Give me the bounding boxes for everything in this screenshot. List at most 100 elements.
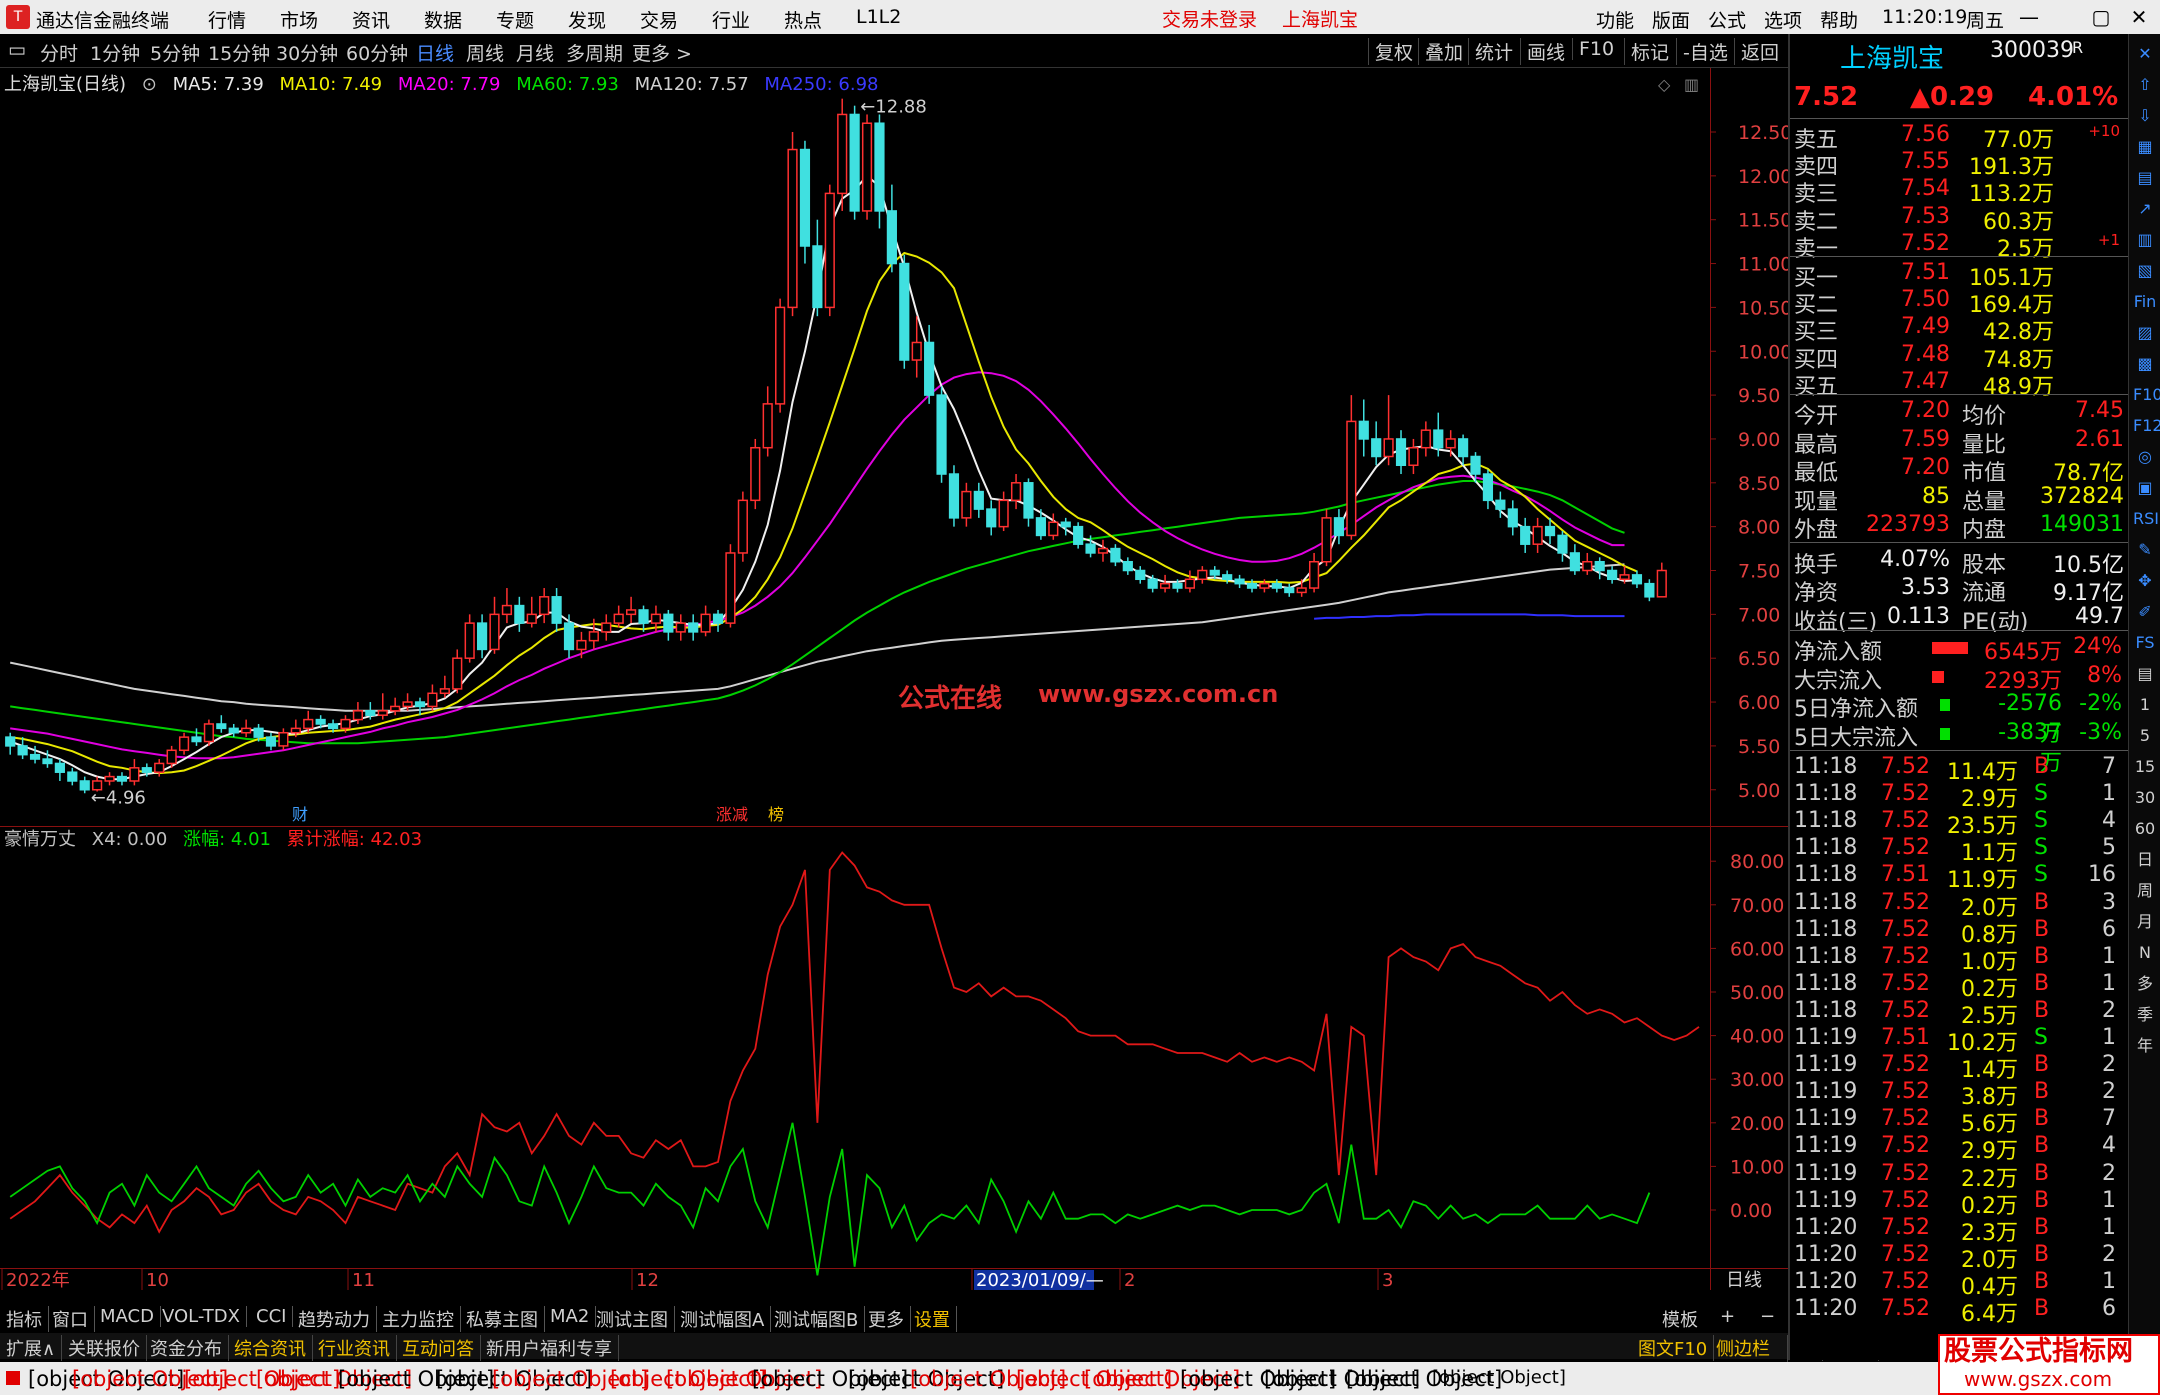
candle[interactable]	[1631, 570, 1643, 589]
candle[interactable]	[1097, 539, 1109, 562]
period-daily[interactable]: 日线	[416, 39, 454, 66]
menu-markets[interactable]: 市场	[280, 6, 318, 33]
sidebar-icon[interactable]: 季	[2133, 1003, 2157, 1027]
menu-discover[interactable]: 发现	[568, 6, 606, 33]
candle[interactable]	[104, 772, 115, 786]
candle[interactable]	[1073, 522, 1084, 549]
indicator-tab[interactable]: 设置	[908, 1306, 957, 1332]
candle[interactable]	[154, 759, 165, 777]
info-tab[interactable]: 互动问答	[396, 1335, 481, 1361]
menu-function[interactable]: 功能	[1596, 6, 1634, 33]
menu-hot[interactable]: 热点	[784, 6, 822, 33]
btn-restore-rights[interactable]: 复权	[1368, 38, 1413, 65]
candle[interactable]	[799, 140, 811, 264]
candle[interactable]	[1520, 517, 1531, 553]
candle[interactable]	[1060, 517, 1071, 536]
candle[interactable]	[476, 614, 488, 659]
candle[interactable]	[1569, 544, 1580, 575]
candle[interactable]	[688, 614, 699, 641]
info-tab[interactable]: 综合资讯	[228, 1335, 313, 1361]
candle[interactable]	[1607, 566, 1618, 584]
candle[interactable]	[1507, 500, 1518, 536]
candle[interactable]	[675, 614, 686, 641]
close-button[interactable]: ✕	[2124, 3, 2154, 31]
candle[interactable]	[1346, 395, 1357, 540]
candle[interactable]	[1395, 430, 1407, 475]
minimize-button[interactable]: —	[2014, 3, 2044, 31]
indicator-tab[interactable]: 趋势动力	[292, 1306, 377, 1332]
candle[interactable]	[427, 684, 438, 711]
candle[interactable]	[973, 482, 984, 518]
candle[interactable]	[775, 298, 786, 413]
candle[interactable]	[67, 767, 78, 786]
sidebar-icon[interactable]: ◎	[2133, 445, 2157, 469]
toolbar-icon[interactable]: ▭	[8, 39, 26, 61]
sidebar-icon[interactable]: 年	[2133, 1034, 2157, 1058]
info-tab[interactable]: 资金分布	[144, 1335, 229, 1361]
sidebar-icon[interactable]: RSI	[2133, 507, 2159, 531]
candle[interactable]	[228, 723, 239, 738]
sidebar-icon[interactable]: 月	[2133, 910, 2157, 934]
menu-options[interactable]: 选项	[1764, 6, 1802, 33]
menu-news[interactable]: 资讯	[352, 6, 390, 33]
candle[interactable]	[1010, 474, 1022, 510]
candle[interactable]	[489, 596, 500, 654]
candle[interactable]	[1371, 421, 1382, 466]
menu-data[interactable]: 数据	[424, 6, 462, 33]
sidebar-icon[interactable]: 15	[2133, 755, 2157, 779]
info-tab[interactable]: 扩展∧	[0, 1335, 63, 1361]
template-button[interactable]: 模板	[1662, 1306, 1698, 1332]
candle[interactable]	[1358, 399, 1369, 457]
candle[interactable]	[1333, 509, 1345, 545]
info-tab[interactable]: 新用户福利专享	[480, 1335, 619, 1361]
sidebar-icon[interactable]: ▩	[2133, 352, 2157, 376]
sidebar-icon[interactable]: ▧	[2133, 259, 2157, 283]
sidebar-icon[interactable]: ▥	[2133, 228, 2157, 252]
candle[interactable]	[216, 715, 227, 733]
period-monthly[interactable]: 月线	[516, 39, 554, 66]
sidebar-icon[interactable]: FS	[2133, 631, 2157, 655]
sidebar-icon[interactable]: ▣	[2133, 476, 2157, 500]
info-tab[interactable]: 行业资讯	[312, 1335, 397, 1361]
trade-login-warning[interactable]: 交易未登录	[1162, 5, 1257, 32]
sidebar-icon[interactable]: 5	[2133, 724, 2157, 748]
candle[interactable]	[1234, 574, 1245, 589]
event-marker[interactable]: 榜	[768, 805, 784, 824]
candle[interactable]	[1656, 562, 1667, 598]
candle[interactable]	[203, 719, 214, 746]
sidebar-icon[interactable]: ⇩	[2133, 104, 2157, 128]
menu-topics[interactable]: 专题	[496, 6, 534, 33]
sidebar-icon[interactable]: ▨	[2133, 321, 2157, 345]
candle[interactable]	[5, 732, 16, 755]
candle[interactable]	[452, 649, 463, 694]
candle[interactable]	[750, 438, 761, 510]
candle[interactable]	[787, 132, 798, 317]
candle[interactable]	[551, 588, 562, 632]
candle[interactable]	[54, 759, 65, 781]
period-60min[interactable]: 60分钟	[346, 39, 408, 66]
candle[interactable]	[1594, 557, 1605, 580]
btn-overlay[interactable]: 叠加	[1418, 38, 1463, 65]
sidebar-icon[interactable]: ▦	[2133, 135, 2157, 159]
candle[interactable]	[278, 728, 289, 751]
btn-remove-favorite[interactable]: -自选	[1676, 38, 1728, 65]
candle[interactable]	[886, 184, 897, 273]
sidebar-icon[interactable]: ✎	[2133, 538, 2157, 562]
period-more[interactable]: 更多 >	[632, 39, 692, 66]
sidebar-icon[interactable]: F10	[2133, 383, 2160, 407]
candle[interactable]	[849, 105, 860, 220]
candle[interactable]	[936, 386, 947, 483]
sidebar-icon[interactable]: ✐	[2133, 600, 2157, 624]
indicator-tab[interactable]: 测试幅图A	[674, 1306, 772, 1332]
sidebar-icon[interactable]: N	[2133, 941, 2157, 965]
indicator-tab[interactable]: 主力监控	[376, 1306, 461, 1332]
candle[interactable]	[1308, 552, 1320, 593]
period-5min[interactable]: 5分钟	[150, 39, 200, 66]
indicator-tab[interactable]: MA2	[544, 1306, 597, 1327]
candle[interactable]	[700, 605, 711, 637]
candle[interactable]	[514, 596, 525, 632]
sidebar-icon[interactable]: Fin	[2133, 290, 2157, 314]
candle[interactable]	[613, 605, 624, 628]
sidebar-icon[interactable]: ✕	[2133, 42, 2157, 66]
period-15min[interactable]: 15分钟	[208, 39, 270, 66]
